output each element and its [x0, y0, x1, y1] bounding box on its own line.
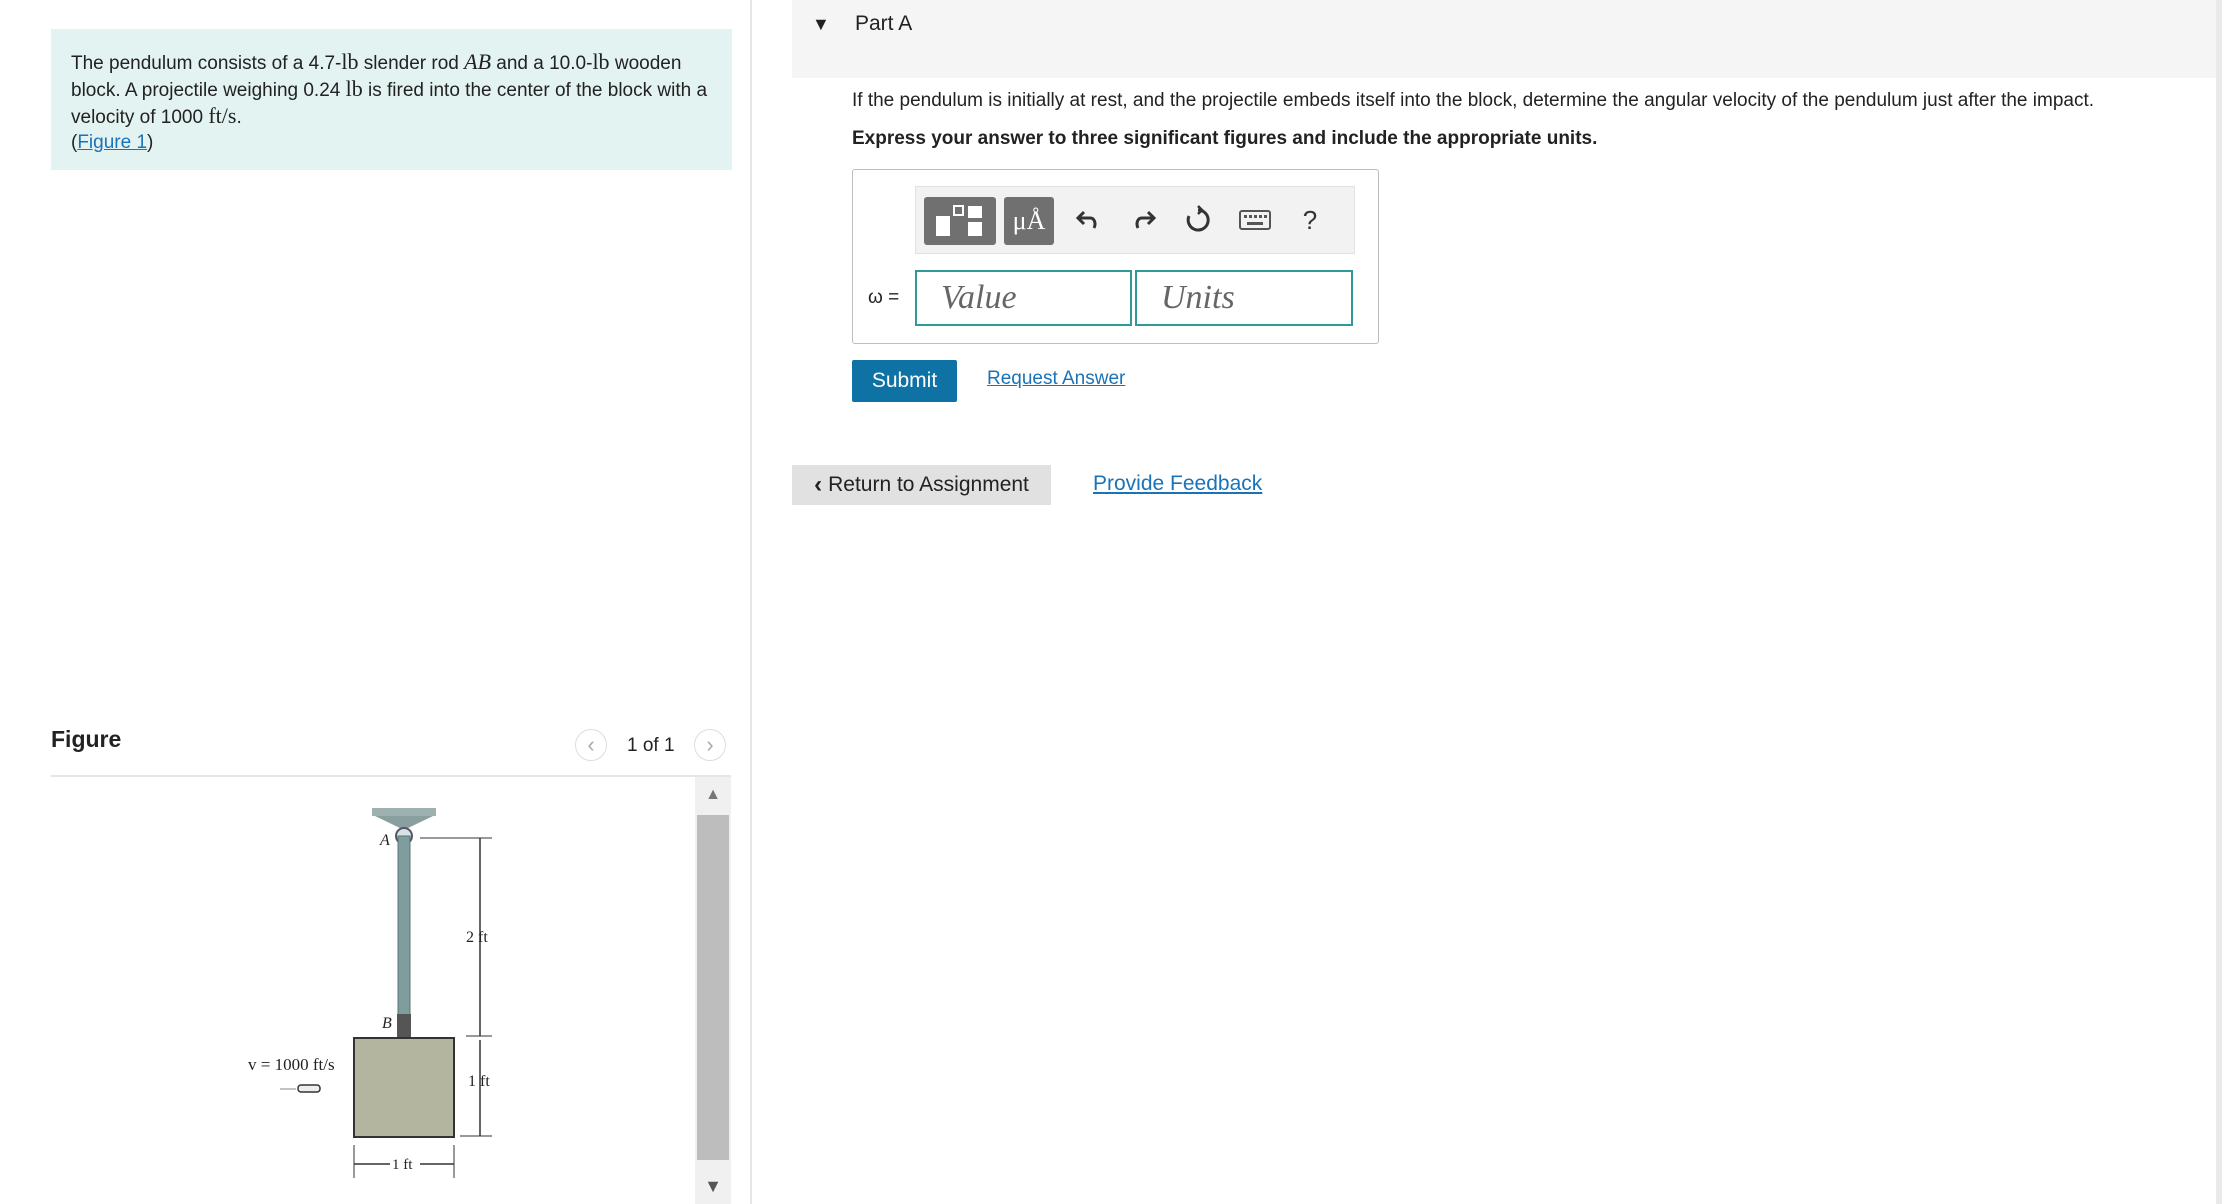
keyboard-icon[interactable]	[1233, 200, 1277, 240]
pendulum-figure: A B 2 ft 1 ft 1 ft v = 1000 ft/s	[248, 808, 492, 1178]
figure-heading: Figure	[51, 726, 122, 752]
undo-icon[interactable]	[1068, 200, 1108, 240]
page-scrollbar[interactable]	[2216, 0, 2222, 1204]
part-title: Part A	[855, 12, 913, 35]
return-to-assignment-button[interactable]: ‹ Return to Assignment	[792, 465, 1051, 505]
dim-block-height-label: 1 ft	[468, 1073, 490, 1090]
wooden-block	[353, 1037, 455, 1138]
previous-figure-button[interactable]: ‹	[575, 729, 607, 761]
panel-divider	[750, 0, 752, 1204]
question-text: If the pendulum is initially at rest, an…	[852, 90, 2095, 111]
chevron-left-icon: ‹	[587, 732, 595, 757]
figure-divider	[51, 775, 731, 777]
templates-icon	[936, 205, 982, 236]
instructions-text: Express your answer to three significant…	[852, 128, 1598, 149]
connector-b	[397, 1014, 411, 1038]
units-input[interactable]: Units	[1135, 270, 1353, 326]
label-b: B	[382, 1015, 392, 1032]
dim-rod-label: 2 ft	[466, 929, 488, 946]
help-icon[interactable]: ?	[1290, 200, 1330, 240]
omega-label: ω =	[868, 287, 900, 308]
submit-button[interactable]: Submit	[852, 360, 957, 402]
units-button[interactable]: μÅ	[1004, 197, 1054, 245]
chevron-right-icon: ›	[706, 732, 714, 757]
scroll-down-arrow-icon[interactable]: ▼	[695, 1176, 731, 1196]
collapse-arrow-icon[interactable]: ▼	[812, 14, 830, 35]
velocity-label: v = 1000 ft/s	[248, 1055, 335, 1074]
redo-icon[interactable]	[1124, 200, 1164, 240]
scroll-up-arrow-icon[interactable]: ▲	[695, 785, 731, 805]
part-header[interactable]	[792, 0, 2222, 78]
request-answer-link[interactable]: Request Answer	[987, 368, 1125, 390]
next-figure-button[interactable]: ›	[694, 729, 726, 761]
figure-scrollbar-thumb[interactable]	[697, 815, 729, 1160]
label-a: A	[379, 832, 390, 849]
chevron-left-icon: ‹	[814, 471, 823, 498]
support-plate	[372, 808, 436, 816]
projectile	[297, 1084, 321, 1093]
reset-icon[interactable]	[1178, 200, 1218, 240]
templates-button[interactable]	[924, 197, 996, 245]
problem-statement: The pendulum consists of a 4.7-lb slende…	[51, 29, 732, 170]
figure-counter: 1 of 1	[627, 735, 675, 756]
provide-feedback-link[interactable]: Provide Feedback	[1093, 472, 1262, 496]
value-input[interactable]: Value	[915, 270, 1132, 326]
figure-link[interactable]: Figure 1	[77, 132, 147, 153]
dim-block-width-label: 1 ft	[392, 1157, 413, 1173]
